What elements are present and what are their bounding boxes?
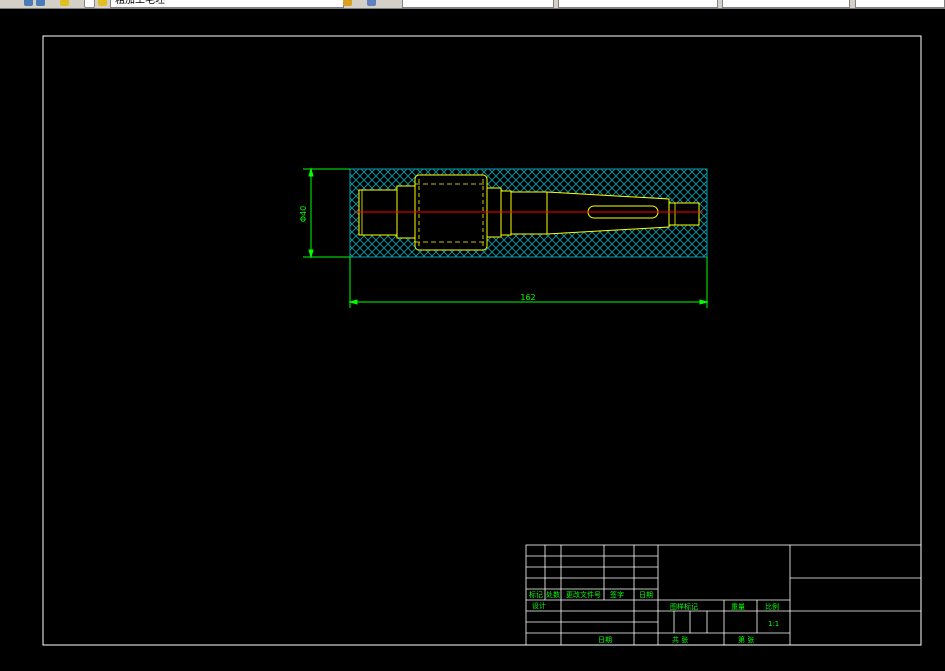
lineweight-dropdown[interactable] xyxy=(722,0,850,8)
cad-toolbar: 粗加工毛坯 xyxy=(0,0,945,9)
stage-label: 图样标记 xyxy=(670,602,698,611)
drawing-canvas[interactable]: Φ40 162 标记 处数 更改文件号 签字 日期 设计 日期 图样标记 重量 … xyxy=(0,9,945,667)
color-dropdown[interactable] xyxy=(402,0,554,8)
plotstyle-dropdown[interactable] xyxy=(855,0,945,8)
linetype-dropdown[interactable] xyxy=(558,0,718,8)
scale-value: 1:1 xyxy=(768,620,779,628)
layer-manager-icon[interactable] xyxy=(367,0,376,6)
title-block-text: 标记 处数 更改文件号 签字 日期 设计 日期 图样标记 重量 比例 1:1 共… xyxy=(529,590,779,644)
rev-header-count: 处数 xyxy=(546,590,560,599)
diameter-dimension xyxy=(303,167,350,259)
rev-header-mark: 标记 xyxy=(529,590,543,599)
sheets-total-label: 共 张 xyxy=(672,635,688,644)
undo-icon[interactable] xyxy=(24,0,33,6)
date-label: 日期 xyxy=(598,636,612,644)
rev-header-sign: 签字 xyxy=(610,590,624,599)
layer-freeze-icon[interactable] xyxy=(84,0,95,8)
layer-state-icon[interactable] xyxy=(60,0,69,6)
diameter-dimension-text: Φ40 xyxy=(299,206,308,222)
sheet-border xyxy=(42,35,922,646)
layer-dropdown[interactable]: 粗加工毛坯 xyxy=(110,0,344,8)
layer-previous-icon[interactable] xyxy=(343,0,352,6)
drawing-svg[interactable]: Φ40 162 标记 处数 更改文件号 签字 日期 设计 日期 图样标记 重量 … xyxy=(0,9,945,667)
weight-label: 重量 xyxy=(731,603,745,611)
rev-header-date: 日期 xyxy=(639,591,653,599)
rev-header-docno: 更改文件号 xyxy=(566,590,601,599)
redo-icon[interactable] xyxy=(36,0,45,6)
scale-label: 比例 xyxy=(765,602,779,611)
sheet-no-label: 第 张 xyxy=(738,635,754,644)
length-dimension-text: 162 xyxy=(520,293,535,302)
design-label: 设计 xyxy=(532,601,546,610)
layer-color-icon[interactable] xyxy=(98,0,107,6)
